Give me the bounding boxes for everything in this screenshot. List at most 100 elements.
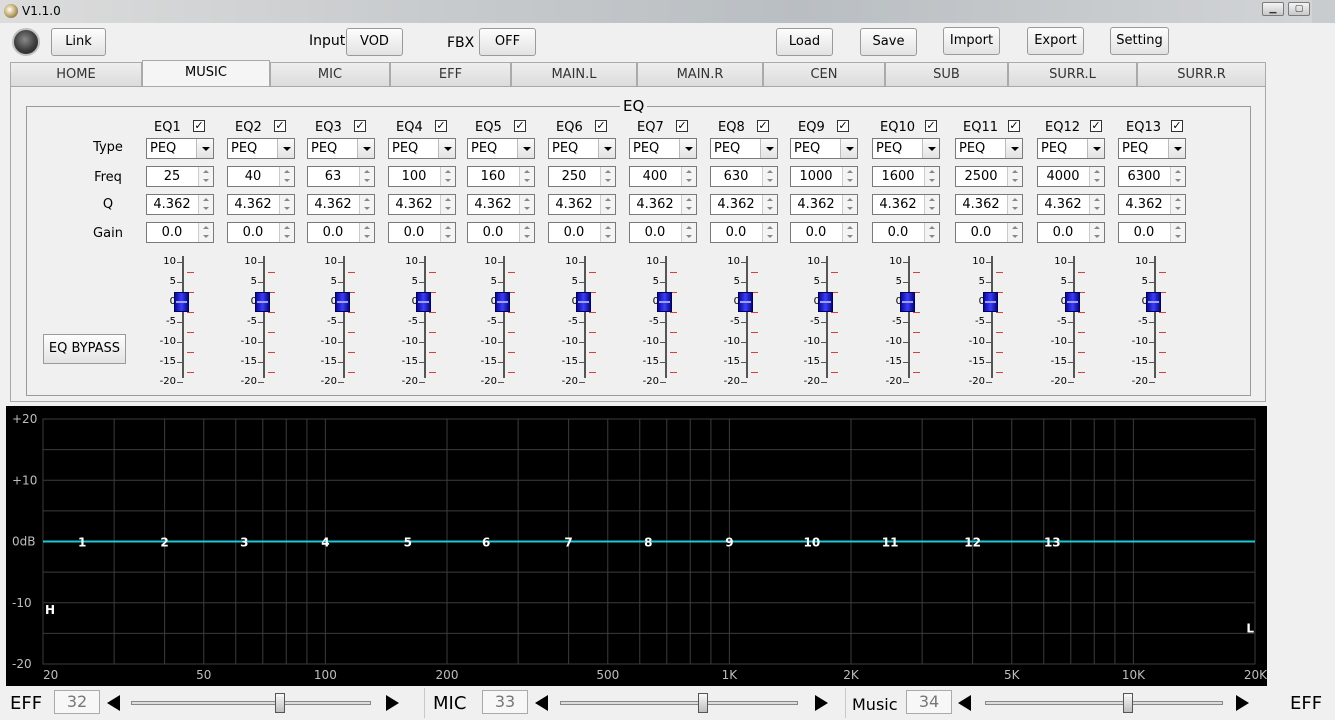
spin-arrows-icon[interactable] (519, 223, 534, 242)
eq-type-select[interactable]: PEQ (710, 138, 778, 159)
spin-arrows-icon[interactable] (1170, 195, 1185, 214)
mic-slider-thumb[interactable] (697, 693, 708, 713)
eq-q-spinbox[interactable]: 4.362 (1118, 194, 1186, 215)
eq-band-enable-checkbox[interactable]: ✓ (676, 120, 688, 132)
chevron-down-icon[interactable] (196, 139, 213, 158)
spin-arrows-icon[interactable] (842, 223, 857, 242)
spin-arrows-icon[interactable] (1007, 167, 1022, 186)
eq-type-select[interactable]: PEQ (467, 138, 535, 159)
eq-q-spinbox[interactable]: 4.362 (710, 194, 778, 215)
load-button[interactable]: Load (776, 28, 833, 56)
tab-cen[interactable]: CEN (763, 62, 885, 86)
spin-arrows-icon[interactable] (359, 167, 374, 186)
eq-freq-spinbox[interactable]: 40 (227, 166, 295, 187)
eq-q-spinbox[interactable]: 4.362 (146, 194, 214, 215)
eq-type-select[interactable]: PEQ (388, 138, 456, 159)
eq-type-select[interactable]: PEQ (629, 138, 697, 159)
link-button[interactable]: Link (51, 28, 106, 56)
eq-q-spinbox[interactable]: 4.362 (629, 194, 697, 215)
eq-q-spinbox[interactable]: 4.362 (955, 194, 1023, 215)
eq-band-enable-checkbox[interactable]: ✓ (1008, 120, 1020, 132)
eq-band-enable-checkbox[interactable]: ✓ (757, 120, 769, 132)
spin-arrows-icon[interactable] (279, 223, 294, 242)
eq-gain-spinbox[interactable]: 0.0 (146, 222, 214, 243)
eq-gain-slider[interactable]: 10 5 0 -5 -10 -15 -20 (794, 256, 844, 387)
spin-arrows-icon[interactable] (198, 167, 213, 186)
chevron-down-icon[interactable] (517, 139, 534, 158)
music-slider-thumb[interactable] (1122, 693, 1133, 713)
eq-band-enable-checkbox[interactable]: ✓ (595, 120, 607, 132)
spin-arrows-icon[interactable] (1089, 167, 1104, 186)
mic-increase-icon[interactable] (815, 695, 828, 711)
eq-gain-slider[interactable]: 10 5 0 -5 -10 -15 -20 (150, 256, 200, 387)
spin-arrows-icon[interactable] (359, 195, 374, 214)
eq-gain-slider[interactable]: 10 5 0 -5 -10 -15 -20 (552, 256, 602, 387)
spin-arrows-icon[interactable] (762, 223, 777, 242)
eq-freq-spinbox[interactable]: 25 (146, 166, 214, 187)
eq-band-enable-checkbox[interactable]: ✓ (435, 120, 447, 132)
chevron-down-icon[interactable] (840, 139, 857, 158)
eq-gain-slider[interactable]: 10 5 0 -5 -10 -15 -20 (633, 256, 683, 387)
spin-arrows-icon[interactable] (1089, 195, 1104, 214)
spin-arrows-icon[interactable] (600, 195, 615, 214)
eq-type-select[interactable]: PEQ (955, 138, 1023, 159)
eq-slider-thumb[interactable] (657, 292, 672, 312)
spin-arrows-icon[interactable] (1007, 195, 1022, 214)
mic-slider-track[interactable] (560, 701, 798, 705)
eq-gain-slider[interactable]: 10 5 0 -5 -10 -15 -20 (1122, 256, 1172, 387)
eq-band-enable-checkbox[interactable]: ✓ (1171, 120, 1183, 132)
eq-slider-thumb[interactable] (1146, 292, 1161, 312)
eq-freq-spinbox[interactable]: 1000 (790, 166, 858, 187)
eq-gain-slider[interactable]: 10 5 0 -5 -10 -15 -20 (959, 256, 1009, 387)
tab-eff[interactable]: EFF (390, 62, 511, 86)
eq-slider-thumb[interactable] (174, 292, 189, 312)
eq-gain-spinbox[interactable]: 0.0 (467, 222, 535, 243)
eq-gain-slider[interactable]: 10 5 0 -5 -10 -15 -20 (876, 256, 926, 387)
eq-freq-spinbox[interactable]: 2500 (955, 166, 1023, 187)
spin-arrows-icon[interactable] (681, 223, 696, 242)
tab-main-l[interactable]: MAIN.L (511, 62, 637, 86)
eq-gain-slider[interactable]: 10 5 0 -5 -10 -15 -20 (714, 256, 764, 387)
eq-gain-spinbox[interactable]: 0.0 (1118, 222, 1186, 243)
chevron-down-icon[interactable] (922, 139, 939, 158)
tab-mic[interactable]: MIC (270, 62, 390, 86)
spin-arrows-icon[interactable] (519, 195, 534, 214)
export-button[interactable]: Export (1027, 27, 1084, 55)
eq-slider-thumb[interactable] (576, 292, 591, 312)
eq-q-spinbox[interactable]: 4.362 (872, 194, 940, 215)
chevron-down-icon[interactable] (277, 139, 294, 158)
eq-freq-spinbox[interactable]: 400 (629, 166, 697, 187)
eq-slider-thumb[interactable] (818, 292, 833, 312)
tab-sub[interactable]: SUB (885, 62, 1008, 86)
spin-arrows-icon[interactable] (279, 195, 294, 214)
spin-arrows-icon[interactable] (198, 223, 213, 242)
eq-bypass-button[interactable]: EQ BYPASS (43, 334, 126, 364)
eq-type-select[interactable]: PEQ (146, 138, 214, 159)
eq-type-select[interactable]: PEQ (307, 138, 375, 159)
tab-surr-l[interactable]: SURR.L (1008, 62, 1137, 86)
music-slider-track[interactable] (985, 701, 1223, 705)
eq-gain-spinbox[interactable]: 0.0 (307, 222, 375, 243)
maximize-button[interactable]: ▢ (1288, 2, 1310, 16)
chevron-down-icon[interactable] (1087, 139, 1104, 158)
eq-q-spinbox[interactable]: 4.362 (1037, 194, 1105, 215)
eq-freq-spinbox[interactable]: 250 (548, 166, 616, 187)
eq-slider-thumb[interactable] (495, 292, 510, 312)
save-button[interactable]: Save (860, 28, 917, 56)
eq-slider-thumb[interactable] (738, 292, 753, 312)
eq-type-select[interactable]: PEQ (872, 138, 940, 159)
spin-arrows-icon[interactable] (519, 167, 534, 186)
spin-arrows-icon[interactable] (1170, 223, 1185, 242)
eq-gain-spinbox[interactable]: 0.0 (227, 222, 295, 243)
eq-q-spinbox[interactable]: 4.362 (790, 194, 858, 215)
eq-type-select[interactable]: PEQ (1118, 138, 1186, 159)
eq-band-enable-checkbox[interactable]: ✓ (193, 120, 205, 132)
spin-arrows-icon[interactable] (279, 167, 294, 186)
spin-arrows-icon[interactable] (924, 167, 939, 186)
fbx-button[interactable]: OFF (479, 28, 536, 56)
eff-slider-thumb[interactable] (274, 693, 285, 713)
eq-gain-slider[interactable]: 10 5 0 -5 -10 -15 -20 (231, 256, 281, 387)
eq-q-spinbox[interactable]: 4.362 (467, 194, 535, 215)
setting-button[interactable]: Setting (1110, 27, 1169, 55)
tab-home[interactable]: HOME (10, 62, 142, 86)
